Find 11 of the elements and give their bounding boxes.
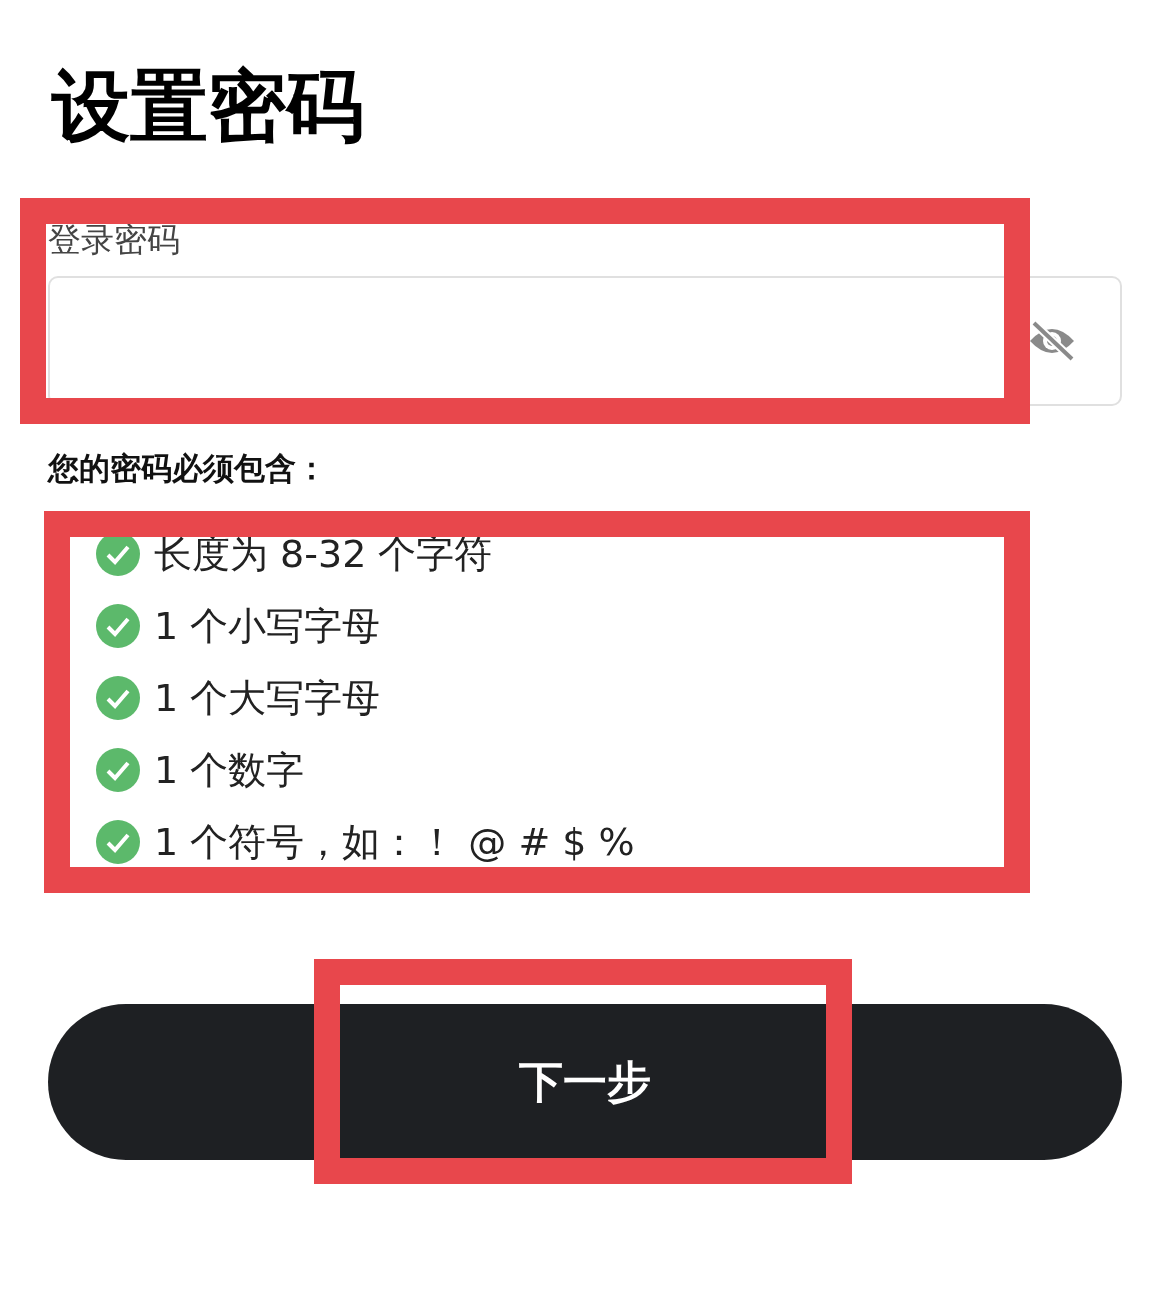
requirement-text: 1 个符号，如：！ @ # $ % xyxy=(154,818,635,866)
requirement-text: 1 个小写字母 xyxy=(154,602,381,650)
field-label: 登录密码 xyxy=(48,220,180,260)
requirement-text: 1 个数字 xyxy=(154,746,305,794)
eye-slash-icon[interactable] xyxy=(1028,321,1076,361)
requirements-heading: 您的密码必须包含： xyxy=(48,449,327,488)
requirement-text: 长度为 8-32 个字符 xyxy=(154,530,493,578)
requirement-text: 1 个大写字母 xyxy=(154,674,381,722)
password-field[interactable] xyxy=(48,276,1122,406)
page-title: 设置密码 xyxy=(52,60,364,153)
next-button[interactable]: 下一步 xyxy=(48,1004,1122,1160)
